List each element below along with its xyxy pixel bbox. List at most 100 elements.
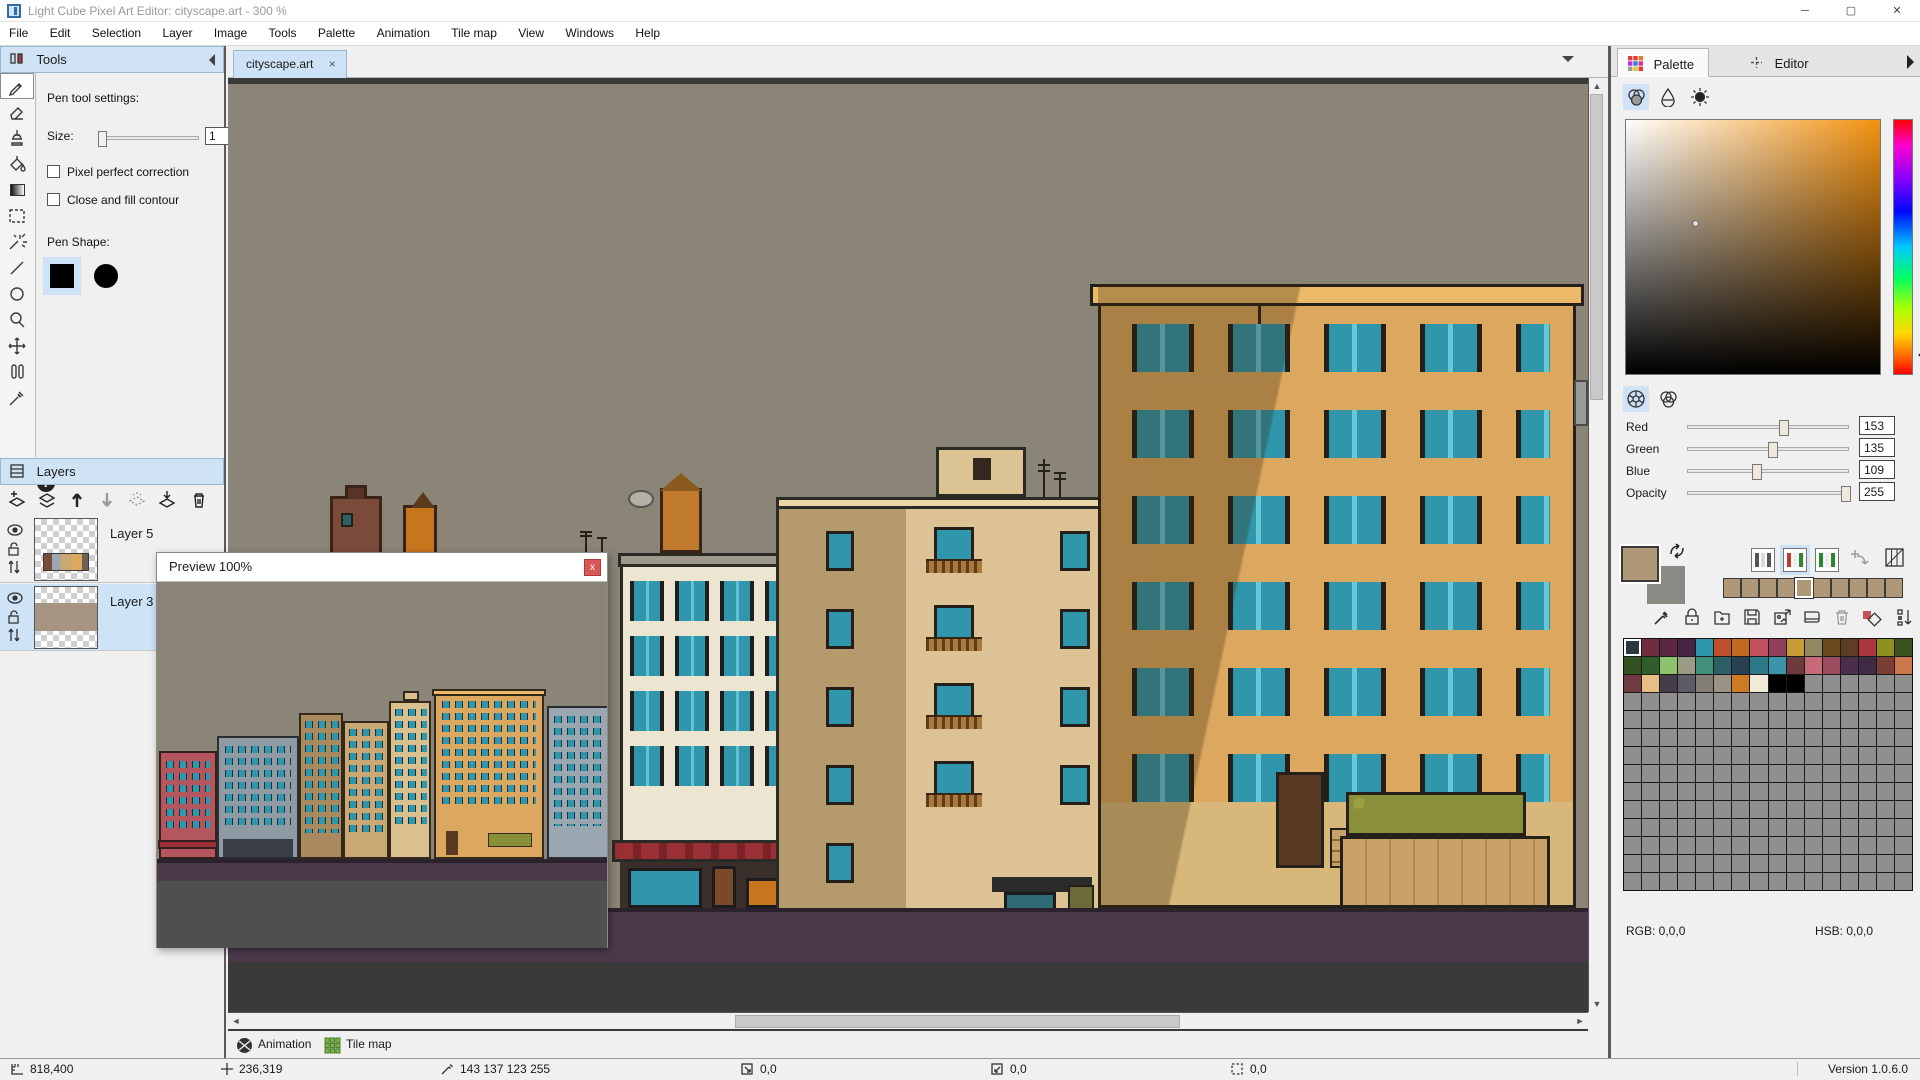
palette-color-cell[interactable] xyxy=(1714,801,1731,818)
opacity-slider[interactable] xyxy=(1687,491,1849,495)
delete-palette-icon[interactable] xyxy=(1831,606,1853,628)
shade-swatch[interactable] xyxy=(1741,578,1759,598)
palette-color-cell[interactable] xyxy=(1859,873,1876,890)
palette-color-cell[interactable] xyxy=(1714,657,1731,674)
palette-color-cell[interactable] xyxy=(1841,639,1858,656)
scroll-right-icon[interactable]: ► xyxy=(1572,1013,1588,1029)
palette-color-cell[interactable] xyxy=(1787,747,1804,764)
palette-color-cell[interactable] xyxy=(1787,855,1804,872)
palette-color-cell[interactable] xyxy=(1660,819,1677,836)
palette-color-cell[interactable] xyxy=(1624,729,1641,746)
palette-color-cell[interactable] xyxy=(1877,657,1894,674)
merge-layer-button[interactable] xyxy=(126,489,148,511)
shade-swatch[interactable] xyxy=(1867,578,1885,598)
palette-color-cell[interactable] xyxy=(1895,747,1912,764)
palette-color-cell[interactable] xyxy=(1732,837,1749,854)
shade-swatch[interactable] xyxy=(1777,578,1795,598)
visibility-icon[interactable] xyxy=(6,591,24,605)
horizontal-scroll-thumb[interactable] xyxy=(735,1015,1180,1028)
palette-color-cell[interactable] xyxy=(1895,657,1912,674)
palette-color-cell[interactable] xyxy=(1859,675,1876,692)
palette-color-cell[interactable] xyxy=(1750,855,1767,872)
palette-color-cell[interactable] xyxy=(1642,729,1659,746)
blue-value-input[interactable]: 109 xyxy=(1859,460,1895,479)
palette-color-cell[interactable] xyxy=(1678,873,1695,890)
tab-list-dropdown-icon[interactable] xyxy=(1562,56,1574,68)
palette-color-cell[interactable] xyxy=(1714,693,1731,710)
palette-color-cell[interactable] xyxy=(1678,657,1695,674)
palette-color-cell[interactable] xyxy=(1805,783,1822,800)
brightness-mode-icon[interactable] xyxy=(1687,84,1713,110)
palette-color-cell[interactable] xyxy=(1660,855,1677,872)
magic-wand-tool-button[interactable] xyxy=(0,229,34,255)
gradient-tool-button[interactable] xyxy=(0,177,34,203)
green-slider[interactable] xyxy=(1687,447,1849,451)
palette-color-cell[interactable] xyxy=(1678,729,1695,746)
palette-color-cell[interactable] xyxy=(1859,783,1876,800)
palette-color-cell[interactable] xyxy=(1678,855,1695,872)
red-slider[interactable] xyxy=(1687,425,1849,429)
palette-color-cell[interactable] xyxy=(1859,657,1876,674)
tilemap-tab[interactable]: Tile map xyxy=(346,1037,392,1051)
pen-shape-circle[interactable] xyxy=(87,257,125,295)
menu-tilemap[interactable]: Tile map xyxy=(442,22,506,44)
close-fill-checkbox[interactable] xyxy=(47,193,60,206)
palette-color-cell[interactable] xyxy=(1823,675,1840,692)
palette-color-cell[interactable] xyxy=(1750,657,1767,674)
palette-color-cell[interactable] xyxy=(1805,657,1822,674)
opacity-value-input[interactable]: 255 xyxy=(1859,482,1895,501)
palette-color-cell[interactable] xyxy=(1895,873,1912,890)
pick-color-icon[interactable] xyxy=(1651,606,1673,628)
palette-view-bars-color-icon[interactable] xyxy=(1783,548,1807,572)
palette-color-cell[interactable] xyxy=(1714,819,1731,836)
palette-color-cell[interactable] xyxy=(1750,873,1767,890)
dither-pair-icon[interactable] xyxy=(1861,606,1883,628)
palette-color-cell[interactable] xyxy=(1805,747,1822,764)
palette-color-cell[interactable] xyxy=(1750,711,1767,728)
tab-close-icon[interactable]: × xyxy=(329,57,336,71)
open-palette-icon[interactable] xyxy=(1711,606,1733,628)
palette-color-cell[interactable] xyxy=(1895,765,1912,782)
palette-color-cell[interactable] xyxy=(1750,783,1767,800)
palette-color-cell[interactable] xyxy=(1805,819,1822,836)
palette-color-cell[interactable] xyxy=(1805,639,1822,656)
expand-panel-icon[interactable] xyxy=(1907,55,1914,69)
palette-color-cell[interactable] xyxy=(1769,801,1786,818)
palette-color-cell[interactable] xyxy=(1642,657,1659,674)
palette-color-cell[interactable] xyxy=(1642,801,1659,818)
palette-color-cell[interactable] xyxy=(1642,873,1659,890)
palette-color-cell[interactable] xyxy=(1787,675,1804,692)
palette-color-cell[interactable] xyxy=(1678,639,1695,656)
red-value-input[interactable]: 153 xyxy=(1859,416,1895,435)
rgb-circles-icon[interactable] xyxy=(1655,386,1681,412)
palette-color-cell[interactable] xyxy=(1787,693,1804,710)
palette-color-cell[interactable] xyxy=(1660,639,1677,656)
animation-tab[interactable]: Animation xyxy=(258,1037,311,1051)
palette-color-cell[interactable] xyxy=(1624,855,1641,872)
color-tubes-tool-button[interactable] xyxy=(0,359,34,385)
palette-color-cell[interactable] xyxy=(1624,639,1641,656)
palette-color-cell[interactable] xyxy=(1732,855,1749,872)
zoom-tool-button[interactable] xyxy=(0,307,34,333)
palette-color-cell[interactable] xyxy=(1678,675,1695,692)
palette-color-cell[interactable] xyxy=(1823,711,1840,728)
palette-color-cell[interactable] xyxy=(1660,747,1677,764)
palette-color-cell[interactable] xyxy=(1732,657,1749,674)
palette-color-cell[interactable] xyxy=(1859,729,1876,746)
palette-color-cell[interactable] xyxy=(1769,729,1786,746)
shade-swatch[interactable] xyxy=(1885,578,1903,598)
palette-color-cell[interactable] xyxy=(1714,765,1731,782)
palette-color-cell[interactable] xyxy=(1624,693,1641,710)
palette-color-cell[interactable] xyxy=(1841,873,1858,890)
pen-tool-button[interactable] xyxy=(0,73,34,99)
palette-color-cell[interactable] xyxy=(1714,747,1731,764)
palette-color-cell[interactable] xyxy=(1859,639,1876,656)
palette-color-cell[interactable] xyxy=(1895,801,1912,818)
palette-color-cell[interactable] xyxy=(1660,765,1677,782)
palette-color-cell[interactable] xyxy=(1805,765,1822,782)
save-palette-icon[interactable] xyxy=(1741,606,1763,628)
menu-tools[interactable]: Tools xyxy=(260,22,306,44)
palette-color-cell[interactable] xyxy=(1769,819,1786,836)
palette-color-cell[interactable] xyxy=(1841,765,1858,782)
menu-file[interactable]: File xyxy=(0,22,37,44)
